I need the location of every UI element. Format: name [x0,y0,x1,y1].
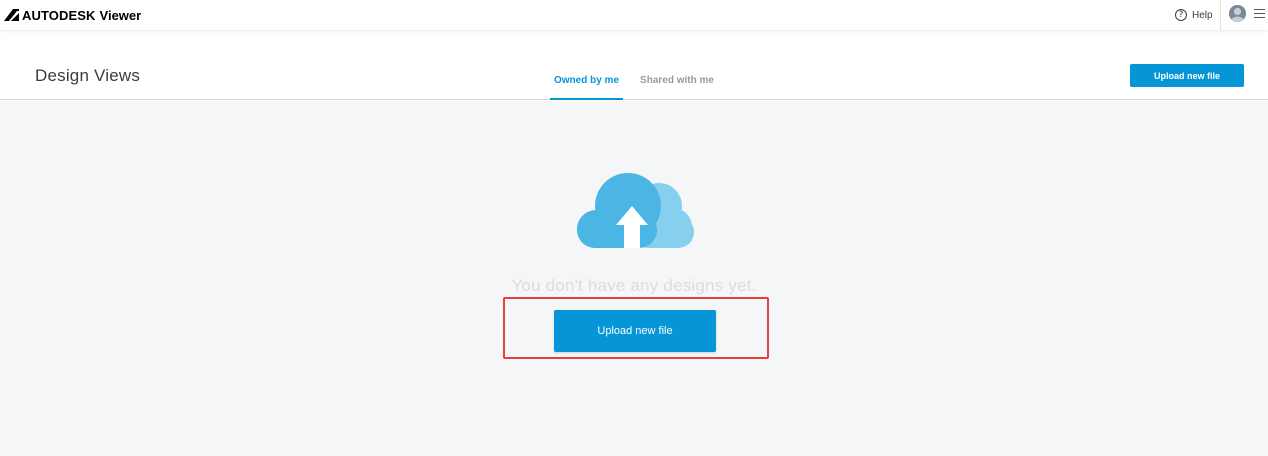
autodesk-mark-icon [4,9,19,21]
cloud-upload-icon [577,173,694,248]
autodesk-viewer-app: AUTODESK Viewer ? Help Design Views Owne… [0,0,1268,456]
tab-owned-by-me[interactable]: Owned by me [550,75,623,100]
header-upload-button[interactable]: Upload new file [1130,64,1244,87]
question-circle-icon: ? [1175,9,1187,21]
upload-new-file-button[interactable]: Upload new file [554,310,716,352]
topbar-divider [1220,0,1221,30]
help-button[interactable]: ? Help [1175,8,1213,22]
product-name: Viewer [99,7,142,23]
top-bar: AUTODESK Viewer ? Help [0,0,1268,30]
help-label: Help [1192,9,1213,21]
user-avatar-icon[interactable] [1229,5,1246,22]
brand-name: AUTODESK [22,7,96,23]
page-header: Design Views Owned by me Shared with me … [0,30,1268,100]
autodesk-logo[interactable]: AUTODESK Viewer [4,6,141,24]
page-title: Design Views [35,66,141,85]
main-content: You don't have any designs yet. Upload n… [0,101,1268,456]
hamburger-menu-icon[interactable] [1254,9,1265,18]
tab-shared-with-me[interactable]: Shared with me [636,75,718,100]
empty-state-message: You don't have any designs yet. [511,276,757,295]
